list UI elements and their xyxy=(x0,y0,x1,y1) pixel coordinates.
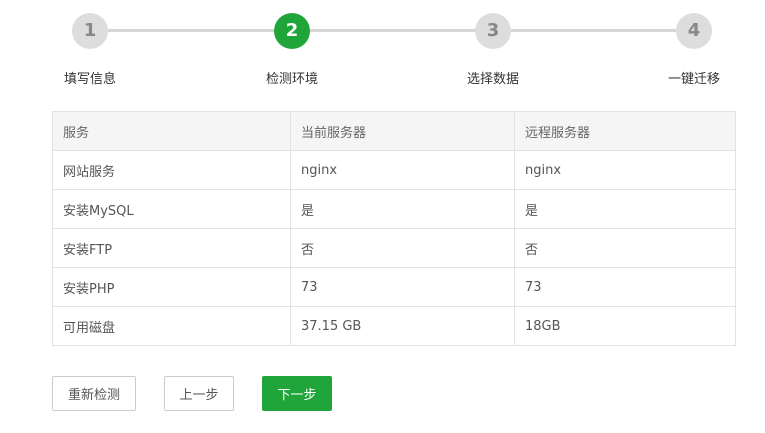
table-row: 可用磁盘 37.15 GB 18GB xyxy=(52,306,736,346)
row-remote-value: 是 xyxy=(514,189,736,229)
header-service: 服务 xyxy=(52,111,291,151)
step-connector-3-4 xyxy=(511,29,676,32)
migration-wizard: 1 2 3 4 填写信息 检测环境 选择数据 一键迁移 服务 当前服务器 远程服… xyxy=(0,0,765,433)
step-4-circle: 4 xyxy=(676,13,712,49)
step-2-circle-active: 2 xyxy=(274,13,310,49)
step-1-label: 填写信息 xyxy=(63,72,116,87)
row-service-name: 安装PHP xyxy=(52,267,291,307)
table-row: 安装PHP 73 73 xyxy=(52,267,736,307)
row-current-value: 是 xyxy=(290,189,515,229)
row-current-value: nginx xyxy=(290,150,515,190)
table-row: 安装FTP 否 否 xyxy=(52,228,736,268)
next-step-button[interactable]: 下一步 xyxy=(262,376,332,411)
step-connector-2-3 xyxy=(310,29,476,32)
table-row: 网站服务 nginx nginx xyxy=(52,150,736,190)
step-4-label: 一键迁移 xyxy=(667,72,720,87)
row-service-name: 网站服务 xyxy=(52,150,291,190)
step-3-circle: 3 xyxy=(475,13,511,49)
row-remote-value: 18GB xyxy=(514,306,736,346)
row-service-name: 可用磁盘 xyxy=(52,306,291,346)
step-2-label: 检测环境 xyxy=(265,72,318,87)
table-row: 安装MySQL 是 是 xyxy=(52,189,736,229)
row-service-name: 安装FTP xyxy=(52,228,291,268)
header-current-server: 当前服务器 xyxy=(290,111,515,151)
row-service-name: 安装MySQL xyxy=(52,189,291,229)
table-header-row: 服务 当前服务器 远程服务器 xyxy=(52,111,736,151)
recheck-button[interactable]: 重新检测 xyxy=(52,376,136,411)
row-remote-value: 73 xyxy=(514,267,736,307)
step-connector-1-2 xyxy=(108,29,274,32)
row-current-value: 73 xyxy=(290,267,515,307)
service-comparison-table: 服务 当前服务器 远程服务器 网站服务 nginx nginx 安装MySQL … xyxy=(52,111,736,346)
wizard-stepper: 1 2 3 4 填写信息 检测环境 选择数据 一键迁移 xyxy=(0,0,765,100)
header-remote-server: 远程服务器 xyxy=(514,111,736,151)
step-1-circle: 1 xyxy=(72,13,108,49)
row-current-value: 否 xyxy=(290,228,515,268)
row-remote-value: nginx xyxy=(514,150,736,190)
prev-step-button[interactable]: 上一步 xyxy=(164,376,234,411)
step-3-label: 选择数据 xyxy=(466,72,519,87)
row-current-value: 37.15 GB xyxy=(290,306,515,346)
row-remote-value: 否 xyxy=(514,228,736,268)
